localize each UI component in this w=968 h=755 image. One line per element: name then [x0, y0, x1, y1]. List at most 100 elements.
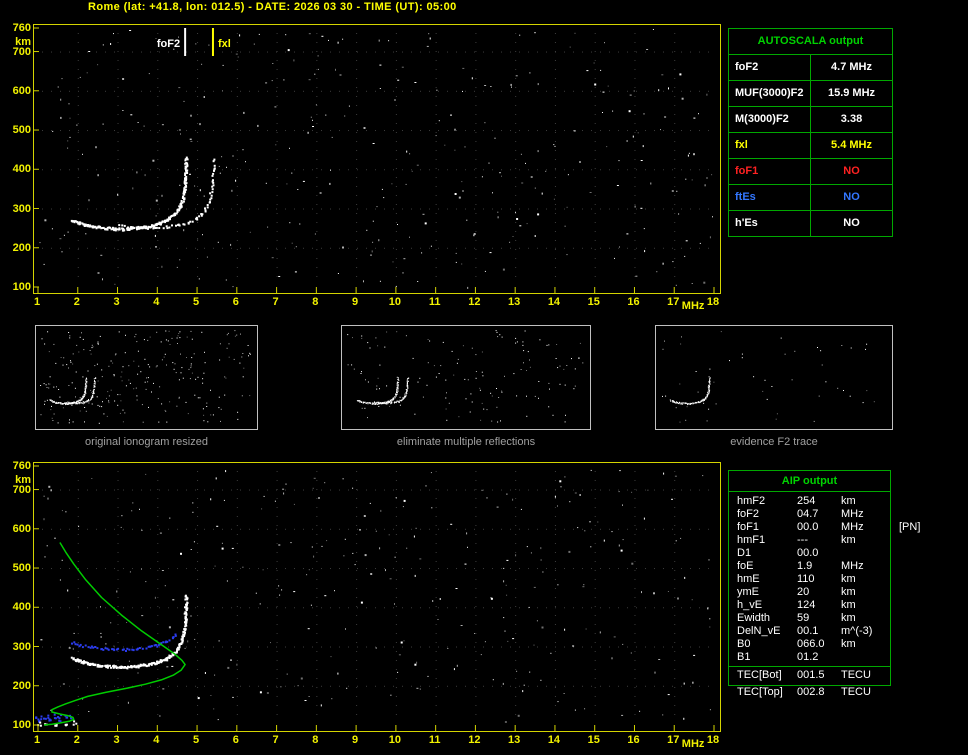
autoscala-row-hes: h'Es NO: [729, 211, 892, 236]
x-axis-unit-label: MHz: [681, 300, 705, 312]
thumbnail-plot: [662, 331, 875, 423]
x-tick-label: 4: [153, 296, 160, 308]
aip-rows: hmF2 254 km foF2 04.7 MHz foF1 00.0 MHz [PN] hmF1 -…: [729, 492, 920, 664]
top-ionogram-plot: [34, 27, 715, 293]
y-tick-label: 600: [12, 522, 31, 535]
y-tick-label: 300: [12, 640, 31, 653]
x-tick-label: 5: [192, 734, 200, 746]
thumbnail-plot: [347, 330, 584, 423]
aip-name: TEC[Top]: [737, 686, 783, 698]
aip-row: B1 01.2: [737, 651, 890, 664]
aip-name: TEC[Bot]: [737, 669, 782, 681]
aip-unit: km: [841, 599, 856, 611]
y-tick-label: 500: [12, 562, 31, 575]
x-tick-label: 3: [113, 296, 120, 308]
thumbnail-caption: original ionogram resized: [85, 436, 208, 448]
autoscala-row-m3000: M(3000)F2 3.38: [729, 107, 892, 133]
aip-val: 1.9: [797, 560, 813, 572]
x-axis-unit-label: MHz: [681, 738, 705, 750]
aip-row: D1 00.0: [737, 547, 890, 560]
y-tick-label: 200: [12, 241, 31, 254]
bottom-ionogram-plot: [34, 465, 715, 731]
x-tick-label: 7: [272, 734, 279, 746]
aip-row: hmF2 254 km: [737, 495, 890, 508]
x-tick-label: 8: [312, 734, 319, 746]
x-tick-label: 13: [508, 296, 521, 308]
aip-name: foF2: [737, 508, 760, 520]
aip-row: hmE 110 km: [737, 573, 890, 586]
param-value: 3.38: [840, 113, 863, 125]
aip-val: ---: [797, 534, 808, 546]
aip-val: 20: [797, 586, 810, 598]
x-tick-label: 12: [468, 296, 481, 308]
x-tick-label: 16: [627, 734, 640, 746]
aip-name: D1: [737, 547, 752, 559]
aip-name: DelN_vE: [737, 625, 781, 637]
y-tick-label: 100: [12, 281, 31, 293]
aip-row: foE 1.9 MHz: [737, 560, 890, 573]
param-label: ftEs: [729, 185, 811, 210]
aip-name: ymE: [737, 586, 759, 598]
param-label: M(3000)F2: [729, 107, 811, 132]
aip-val: 01.2: [797, 651, 819, 663]
aip-val: 00.0: [797, 547, 819, 559]
aip-name: foE: [737, 560, 754, 572]
aip-row: TEC[Bot] 001.5 TECU: [737, 669, 890, 682]
param-label: foF1: [729, 159, 811, 184]
aip-val: 254: [797, 495, 816, 507]
param-value: NO: [843, 191, 860, 203]
aip-unit: TECU: [841, 686, 871, 698]
aip-val: 124: [797, 599, 816, 611]
aip-val: 002.8: [797, 686, 825, 698]
x-tick-label: 15: [587, 296, 600, 308]
aip-tec-bottom: TEC[Bot] 001.5 TECU: [729, 669, 890, 685]
y-tick-label: 400: [12, 163, 31, 176]
y-axis-unit-label: km: [15, 36, 31, 48]
x-tick-label: 5: [192, 296, 200, 308]
aip-tec-top: TEC[Top] 002.8 TECU: [728, 686, 891, 699]
aip-row: h_vE 124 km: [737, 599, 890, 612]
top-ionogram-panel: [33, 24, 721, 294]
x-tick-label: 14: [547, 296, 561, 308]
aip-name: hmF1: [737, 534, 766, 546]
x-tick-label: 7: [272, 296, 279, 308]
aip-row: hmF1 --- km: [737, 534, 890, 547]
param-value: 4.7 MHz: [831, 61, 872, 73]
autoscala-row-fof2: foF2 4.7 MHz: [729, 55, 892, 81]
aip-unit: MHz: [841, 521, 864, 533]
x-tick-label: 4: [153, 734, 160, 746]
y-tick-label: 400: [12, 601, 31, 614]
thumbnail-caption: eliminate multiple reflections: [396, 436, 536, 448]
aip-note: [PN]: [899, 521, 921, 533]
aip-header: AIP output: [729, 471, 890, 492]
x-tick-label: 6: [232, 734, 239, 746]
aip-row: ymE 20 km: [737, 586, 890, 599]
aip-val: 00.1: [797, 625, 819, 637]
aip-unit: km: [841, 495, 856, 507]
aip-name: Ewidth: [737, 612, 771, 624]
aip-name: B1: [737, 651, 751, 663]
x-tick-label: 16: [627, 296, 640, 308]
x-tick-label: 15: [587, 734, 600, 746]
autoscala-screen: Rome (lat: +41.8, lon: 012.5) - DATE: 20…: [0, 0, 968, 755]
aip-unit: [841, 651, 890, 664]
x-tick-label: 10: [388, 296, 401, 308]
foF2-marker-label: foF2: [156, 38, 181, 50]
param-label: fxl: [729, 133, 811, 158]
aip-unit: km: [841, 586, 856, 598]
aip-unit: m^(-3): [841, 625, 873, 637]
x-tick-label: 2: [73, 296, 80, 308]
param-value: NO: [843, 165, 860, 177]
page-title: Rome (lat: +41.8, lon: 012.5) - DATE: 20…: [88, 1, 457, 13]
param-value: 5.4 MHz: [831, 139, 872, 151]
autoscala-header: AUTOSCALA output: [729, 29, 892, 55]
param-value: NO: [843, 217, 860, 229]
aip-val: 110: [797, 573, 815, 585]
x-tick-label: 9: [352, 296, 359, 308]
aip-name: B0: [737, 638, 751, 650]
aip-row: TEC[Top] 002.8 TECU: [737, 686, 891, 699]
autoscala-row-muf: MUF(3000)F2 15.9 MHz: [729, 81, 892, 107]
aip-separator: [729, 666, 890, 667]
y-tick-label: 760: [12, 460, 31, 472]
aip-row: DelN_vE 00.1 m^(-3): [737, 625, 890, 638]
